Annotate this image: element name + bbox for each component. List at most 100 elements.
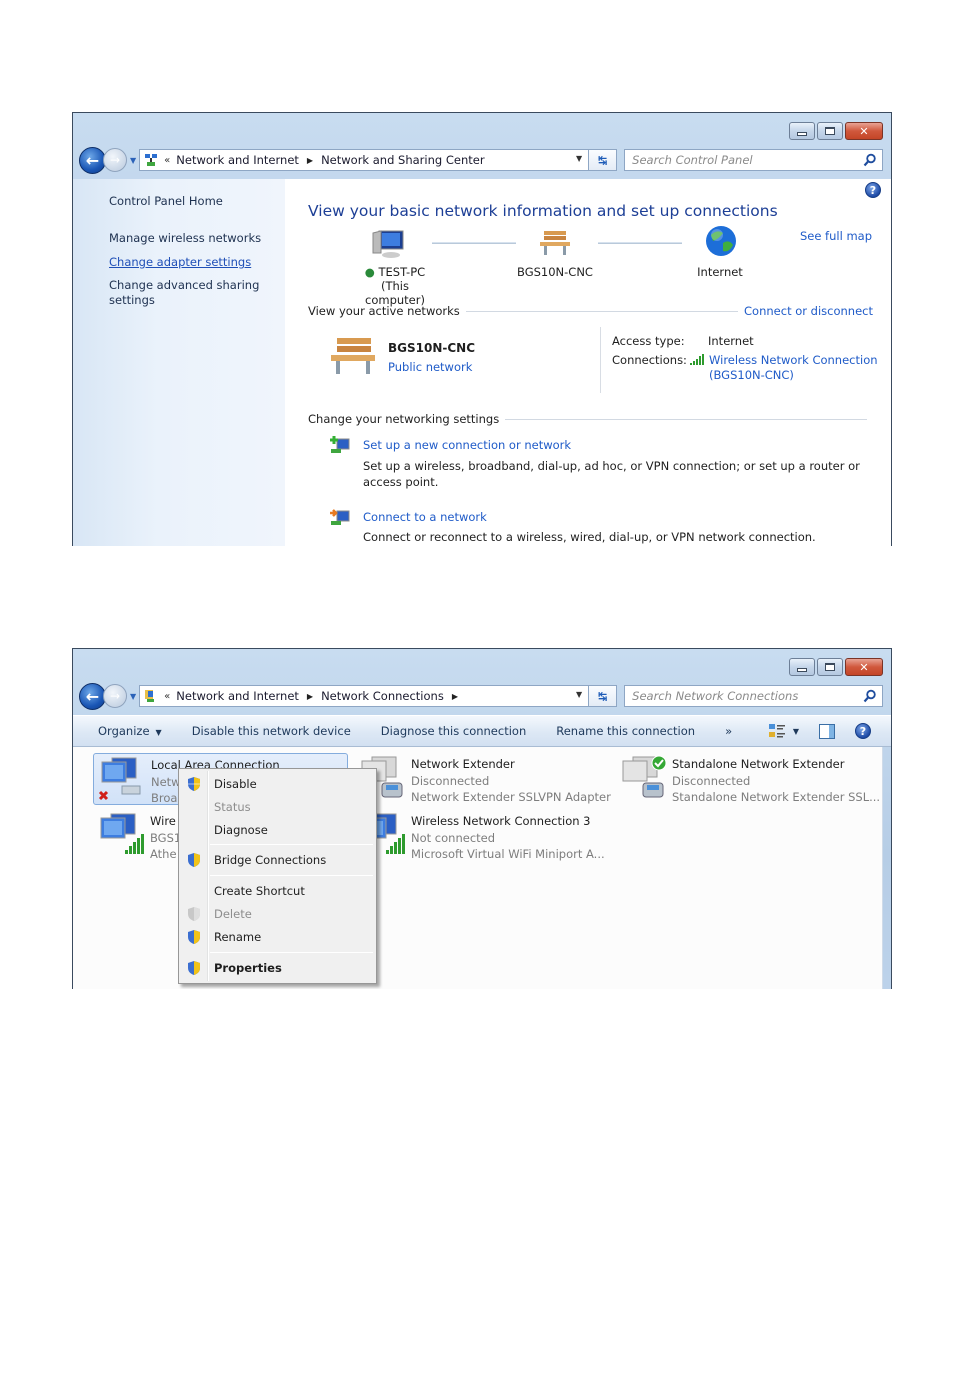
sidebar-manage-wireless[interactable]: Manage wireless networks bbox=[109, 231, 261, 246]
recent-pages-dropdown[interactable]: ▼ bbox=[130, 156, 136, 165]
network-adapter-icon bbox=[98, 757, 141, 801]
connections-list: Local Area Connection Netw Broa Wire BGS… bbox=[73, 747, 883, 989]
breadcrumb-network-internet[interactable]: Network and Internet bbox=[176, 153, 299, 167]
change-view-button[interactable]: ▼ bbox=[768, 724, 799, 738]
search-icon[interactable] bbox=[863, 689, 877, 703]
connection-text: Network Extender Disconnected Network Ex… bbox=[411, 756, 611, 806]
connection-device: Microsoft Virtual WiFi Miniport A... bbox=[411, 847, 605, 861]
menu-label: Properties bbox=[214, 961, 282, 975]
connection-status: Not connected bbox=[411, 830, 496, 845]
connect-network-icon bbox=[329, 507, 351, 532]
connection-status: BGS1 bbox=[150, 830, 182, 845]
map-link-line bbox=[432, 242, 516, 244]
map-node-network[interactable]: BGS10N-CNC bbox=[510, 265, 600, 279]
breadcrumb-network-internet[interactable]: Network and Internet bbox=[176, 689, 299, 703]
maximize-button[interactable] bbox=[817, 122, 843, 140]
see-full-map-link[interactable]: See full map bbox=[800, 229, 872, 243]
connection-item[interactable]: Wireless Network Connection 3 Not connec… bbox=[354, 810, 609, 862]
address-bar[interactable]: « Network and Internet ▶ Network Connect… bbox=[139, 685, 590, 707]
wireless-connection-link[interactable]: Wireless Network Connection (BGS10N-CNC) bbox=[709, 353, 878, 383]
organize-menu[interactable]: Organize ▼ bbox=[98, 724, 162, 738]
minimize-button[interactable] bbox=[789, 122, 815, 140]
menu-item-bridge-connections[interactable]: Bridge Connections bbox=[181, 849, 374, 871]
map-link-line bbox=[598, 242, 682, 244]
connect-to-network-link[interactable]: Connect to a network bbox=[363, 510, 487, 524]
page-title: View your basic network information and … bbox=[308, 202, 778, 220]
menu-item-diagnose[interactable]: Diagnose bbox=[181, 819, 374, 841]
menu-separator bbox=[210, 875, 373, 876]
search-icon[interactable] bbox=[863, 153, 877, 167]
overflow-chevron-icon[interactable]: « bbox=[164, 155, 170, 166]
menu-item-disable[interactable]: Disable bbox=[181, 773, 374, 795]
preview-pane-icon[interactable] bbox=[819, 723, 835, 739]
menu-label: Status bbox=[214, 800, 251, 814]
command-bar: Organize ▼ Disable this network device Di… bbox=[73, 715, 891, 747]
vpn-adapter-icon bbox=[622, 755, 667, 798]
refresh-button[interactable]: ↹ bbox=[589, 685, 618, 707]
connection-item[interactable]: Network Extender Disconnected Network Ex… bbox=[354, 753, 611, 806]
connection-name: Wireless Network Connection 3 bbox=[411, 814, 591, 828]
sidebar-advanced-sharing[interactable]: Change advanced sharing settings bbox=[109, 278, 269, 308]
computer-sub: (This computer) bbox=[365, 279, 425, 307]
help-icon[interactable]: ? bbox=[855, 723, 871, 739]
maximize-button[interactable] bbox=[817, 658, 843, 676]
breadcrumb-separator-icon[interactable]: ▶ bbox=[452, 692, 458, 701]
search-placeholder: Search Network Connections bbox=[632, 689, 799, 703]
back-arrow-icon: ← bbox=[85, 686, 100, 706]
menu-label: Bridge Connections bbox=[214, 853, 327, 867]
back-button[interactable]: ← bbox=[79, 146, 106, 174]
rename-connection-button[interactable]: Rename this connection bbox=[556, 724, 695, 738]
connect-disconnect-link[interactable]: Connect or disconnect bbox=[744, 304, 873, 318]
recent-pages-dropdown[interactable]: ▼ bbox=[130, 692, 136, 701]
menu-item-rename[interactable]: Rename bbox=[181, 926, 374, 948]
map-node-internet[interactable]: Internet bbox=[685, 265, 755, 279]
menu-separator bbox=[210, 844, 373, 845]
maximize-icon bbox=[825, 127, 835, 135]
map-node-computer[interactable]: ● TEST-PC (This computer) bbox=[355, 265, 435, 307]
network-connections-folder-icon bbox=[143, 688, 159, 704]
back-button[interactable]: ← bbox=[79, 682, 106, 710]
connection-item[interactable]: Standalone Network Extender Disconnected… bbox=[615, 753, 880, 805]
minimize-icon bbox=[797, 667, 807, 672]
setup-new-connection-link[interactable]: Set up a new connection or network bbox=[363, 438, 571, 452]
overflow-chevron-icon[interactable]: « bbox=[164, 691, 170, 702]
sidebar-change-adapter-settings[interactable]: Change adapter settings bbox=[109, 255, 251, 270]
menu-item-create-shortcut[interactable]: Create Shortcut bbox=[181, 880, 374, 902]
sidebar-control-panel-home[interactable]: Control Panel Home bbox=[109, 194, 223, 209]
breadcrumb-separator-icon[interactable]: ▶ bbox=[307, 692, 313, 701]
connect-to-network-desc: Connect or reconnect to a wireless, wire… bbox=[363, 530, 816, 544]
connection-name: Network Extender bbox=[411, 757, 515, 771]
close-button[interactable]: ✕ bbox=[845, 122, 883, 140]
help-icon[interactable]: ? bbox=[865, 182, 881, 198]
minimize-button[interactable] bbox=[789, 658, 815, 676]
caption-buttons: ✕ bbox=[789, 122, 883, 140]
connection-device: Standalone Network Extender SSL... bbox=[672, 790, 881, 804]
breadcrumb-separator-icon[interactable]: ▶ bbox=[307, 156, 313, 165]
address-bar[interactable]: « Network and Internet ▶ Network and Sha… bbox=[139, 149, 590, 171]
uac-shield-icon bbox=[188, 853, 200, 867]
menu-separator bbox=[210, 952, 373, 953]
forward-button[interactable]: → bbox=[103, 148, 127, 172]
chevron-down-icon: ▼ bbox=[155, 728, 162, 737]
search-input[interactable]: Search Control Panel bbox=[624, 149, 883, 171]
refresh-button[interactable]: ↹ bbox=[589, 149, 618, 171]
computer-icon bbox=[371, 229, 407, 262]
connection-name: Wire bbox=[150, 814, 176, 828]
disable-device-button[interactable]: Disable this network device bbox=[192, 724, 351, 738]
forward-button[interactable]: → bbox=[103, 684, 127, 708]
breadcrumb-sharing-center[interactable]: Network and Sharing Center bbox=[321, 153, 484, 167]
wireless-adapter-icon bbox=[100, 813, 144, 854]
diagnose-connection-button[interactable]: Diagnose this connection bbox=[381, 724, 526, 738]
search-input[interactable]: Search Network Connections bbox=[624, 685, 883, 707]
breadcrumb-network-connections[interactable]: Network Connections bbox=[321, 689, 444, 703]
network-type-link[interactable]: Public network bbox=[388, 360, 472, 374]
menu-item-properties[interactable]: Properties bbox=[181, 957, 374, 979]
address-dropdown-icon[interactable]: ▼ bbox=[576, 690, 582, 699]
address-dropdown-icon[interactable]: ▼ bbox=[576, 154, 582, 163]
close-button[interactable]: ✕ bbox=[845, 658, 883, 676]
more-commands-button[interactable]: » bbox=[725, 724, 732, 738]
homegroup-icon: ● bbox=[364, 265, 375, 279]
section-divider bbox=[505, 418, 867, 420]
signal-strength-icon bbox=[690, 354, 706, 368]
main-content: ? View your basic network information an… bbox=[285, 179, 891, 546]
